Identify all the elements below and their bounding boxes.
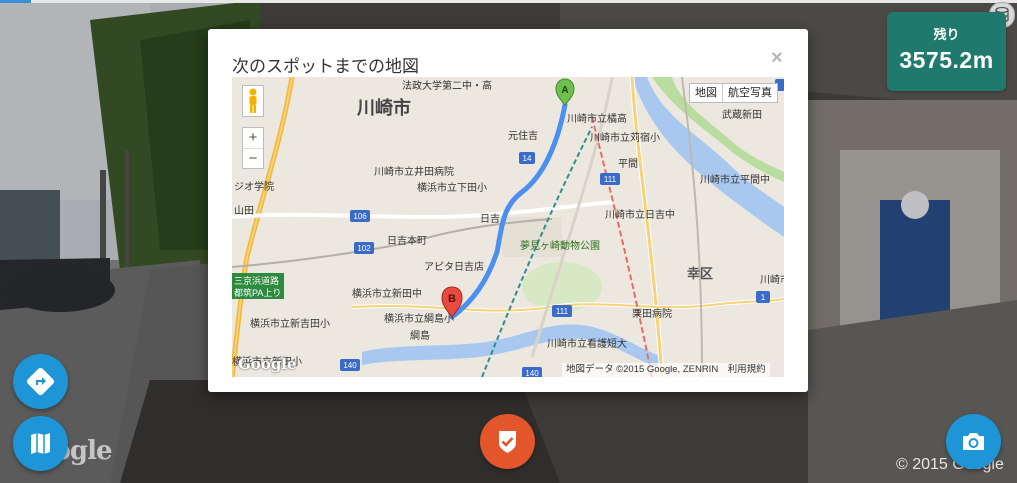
map-icon: [31, 433, 50, 454]
direction-button[interactable]: [13, 354, 68, 409]
label-school3: 横浜市立下田小: [417, 181, 487, 194]
map-google-logo: Google: [238, 355, 297, 373]
road-111b: 111: [556, 307, 569, 316]
remaining-value: 3575.2m: [899, 47, 994, 73]
road-140a: 140: [343, 361, 357, 370]
street-view-pegman[interactable]: [242, 85, 264, 117]
label-jio: ジオ学院: [234, 180, 274, 193]
remaining-distance-panel: 残り 3575.2m: [887, 12, 1006, 91]
road-1: 1: [761, 293, 766, 302]
label-school8: 横浜市立綱島小: [384, 312, 454, 325]
label-hospital1: 川崎市立井田病院: [374, 165, 454, 178]
label-heiwa: 平間: [618, 158, 638, 170]
road-14: 14: [523, 154, 532, 163]
label-school1: 川崎市立橘高: [567, 112, 627, 125]
label-city: 川崎市: [356, 97, 411, 118]
label-school5: 川崎市立日吉中: [605, 208, 675, 221]
road-140b: 140: [525, 369, 539, 377]
road-111a: 111: [604, 175, 617, 184]
label-school2: 川崎市立苅宿小: [590, 131, 660, 144]
label-school7: 横浜市立新吉田小: [250, 317, 330, 330]
modal-title: 次のスポットまでの地図: [232, 57, 419, 76]
map-type-toggle: 地図 航空写真: [689, 83, 778, 103]
label-tsunashima: 綱島: [410, 329, 430, 342]
remaining-label: 残り: [933, 27, 960, 42]
check-spot-button[interactable]: [480, 414, 535, 469]
label-zoo: 夢見ヶ崎動物公園: [520, 239, 600, 252]
label-univ: 法政大学第二中・高: [402, 79, 492, 92]
label-musashi: 武蔵新田: [722, 108, 762, 121]
map-type-map[interactable]: 地図: [690, 84, 723, 102]
label-hiyoshihoncho: 日吉本町: [387, 234, 427, 247]
road-102: 102: [357, 244, 371, 253]
shield-check-icon: [499, 431, 516, 453]
map-attribution[interactable]: 地図データ ©2015 Google, ZENRIN 利用規約: [562, 363, 770, 377]
zoom-control: + −: [242, 127, 264, 169]
label-pa: 都筑PA上り: [234, 287, 281, 298]
label-sanwa: 三京浜道路: [234, 275, 279, 286]
route-map[interactable]: A B 14 106 102 111 111 140 140 1 川崎市 幸区 …: [232, 77, 784, 377]
zoom-out-button[interactable]: −: [243, 149, 263, 169]
marker-a-label: A: [561, 85, 568, 96]
label-ward: 幸区: [687, 266, 713, 281]
progress-fill: [0, 0, 31, 3]
marker-b-label: B: [448, 293, 456, 305]
progress-bar: [0, 0, 1017, 3]
map-type-satellite[interactable]: 航空写真: [723, 84, 777, 102]
label-apita: アピタ日吉店: [424, 260, 484, 273]
map-modal: 次のスポットまでの地図 × A B 14 106 102 111 111 140…: [208, 29, 808, 392]
close-button[interactable]: ×: [771, 47, 783, 70]
map-canvas: A B 14 106 102 111 111 140 140 1 川崎市 幸区 …: [232, 77, 784, 377]
pegman-icon: [249, 88, 257, 113]
label-hospital2: 栗田病院: [632, 307, 672, 320]
label-motosumiyoshi: 元住吉: [508, 129, 538, 142]
road-106: 106: [353, 212, 367, 221]
label-newtown: 川崎市: [760, 273, 784, 286]
label-hiyoshi: 日吉: [480, 213, 500, 225]
label-school4: 川崎市立平間中: [700, 173, 770, 186]
zoom-in-button[interactable]: +: [243, 128, 263, 149]
label-school9: 川崎市立看護短大: [547, 337, 627, 350]
camera-button[interactable]: [946, 414, 1001, 469]
direction-icon: [26, 367, 55, 396]
label-yamada: 山田: [234, 205, 254, 217]
label-school6: 横浜市立新田中: [352, 287, 422, 300]
map-button[interactable]: [13, 416, 68, 471]
camera-icon: [963, 433, 984, 450]
